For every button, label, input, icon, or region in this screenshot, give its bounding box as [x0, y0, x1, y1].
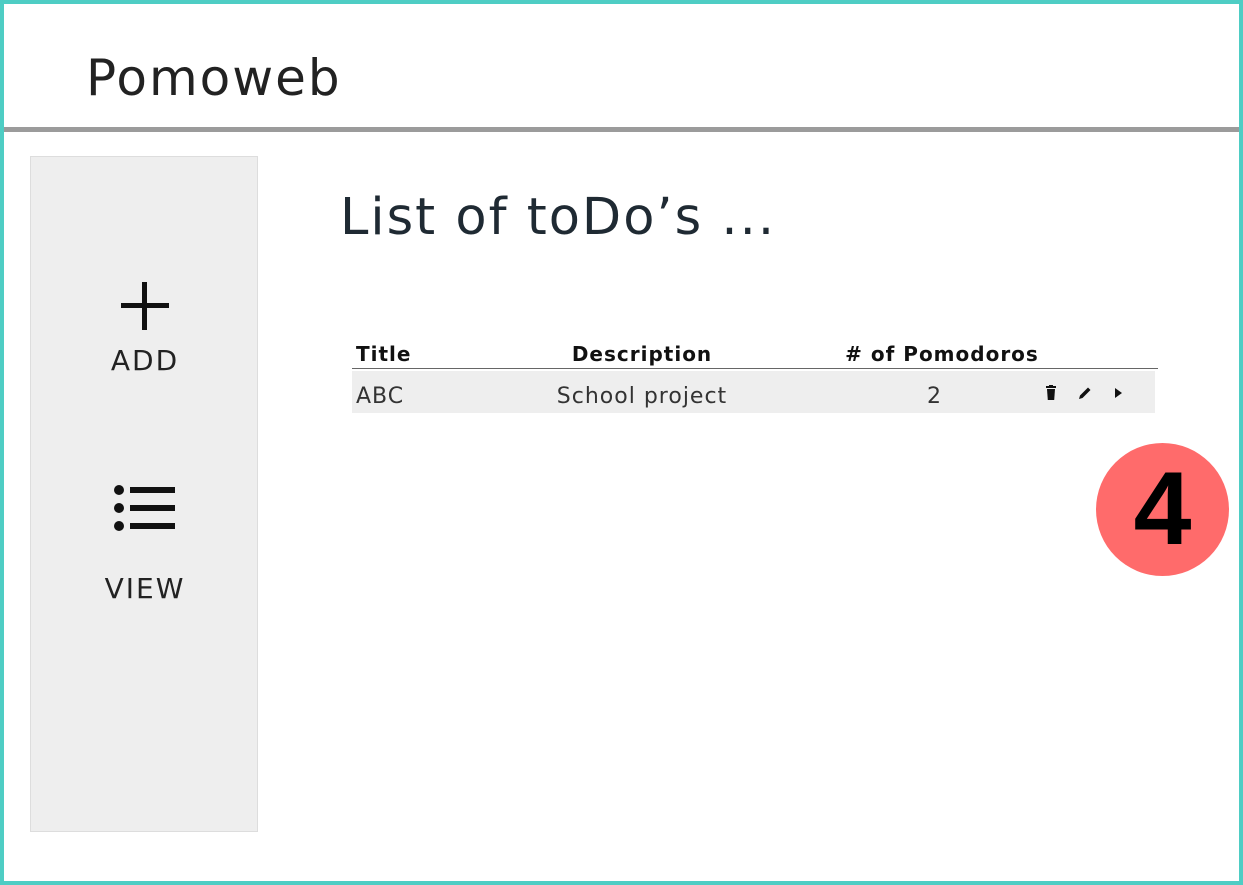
view-nav-button[interactable]: VIEW: [31, 482, 259, 612]
page-title: List of toDo’s ...: [340, 188, 777, 247]
table-header: Title Description # of Pomodoros: [352, 340, 1158, 369]
step-number: 4: [1133, 451, 1192, 567]
view-nav-label: VIEW: [104, 572, 186, 605]
column-header-description: Description: [571, 342, 713, 366]
edit-button[interactable]: [1076, 385, 1094, 401]
list-icon: [114, 482, 176, 534]
add-nav-button[interactable]: ADD: [31, 282, 259, 392]
column-header-title: Title: [356, 342, 412, 366]
step-number-badge: 4: [1096, 443, 1229, 576]
trash-icon: [1046, 385, 1056, 400]
app-title: Pomoweb: [86, 49, 342, 107]
todo-table: Title Description # of Pomodoros ABC Sch…: [352, 340, 1158, 413]
table-row: ABC School project 2: [352, 371, 1155, 413]
pencil-icon: [1079, 387, 1091, 399]
delete-button[interactable]: [1042, 385, 1060, 401]
todo-description-cell: School project: [556, 384, 728, 409]
plus-icon: [121, 282, 169, 330]
header-divider: [4, 127, 1239, 132]
add-nav-label: ADD: [110, 344, 180, 377]
todo-title-cell: ABC: [356, 384, 405, 409]
start-button[interactable]: [1110, 385, 1128, 401]
play-icon: [1115, 388, 1122, 398]
column-header-pomodoros: # of Pomodoros: [845, 342, 1039, 366]
sidebar: ADD VIEW: [30, 156, 258, 832]
todo-pomodoros-cell: 2: [927, 384, 942, 409]
row-actions: [1042, 385, 1152, 401]
app-header: Pomoweb: [4, 4, 1239, 127]
